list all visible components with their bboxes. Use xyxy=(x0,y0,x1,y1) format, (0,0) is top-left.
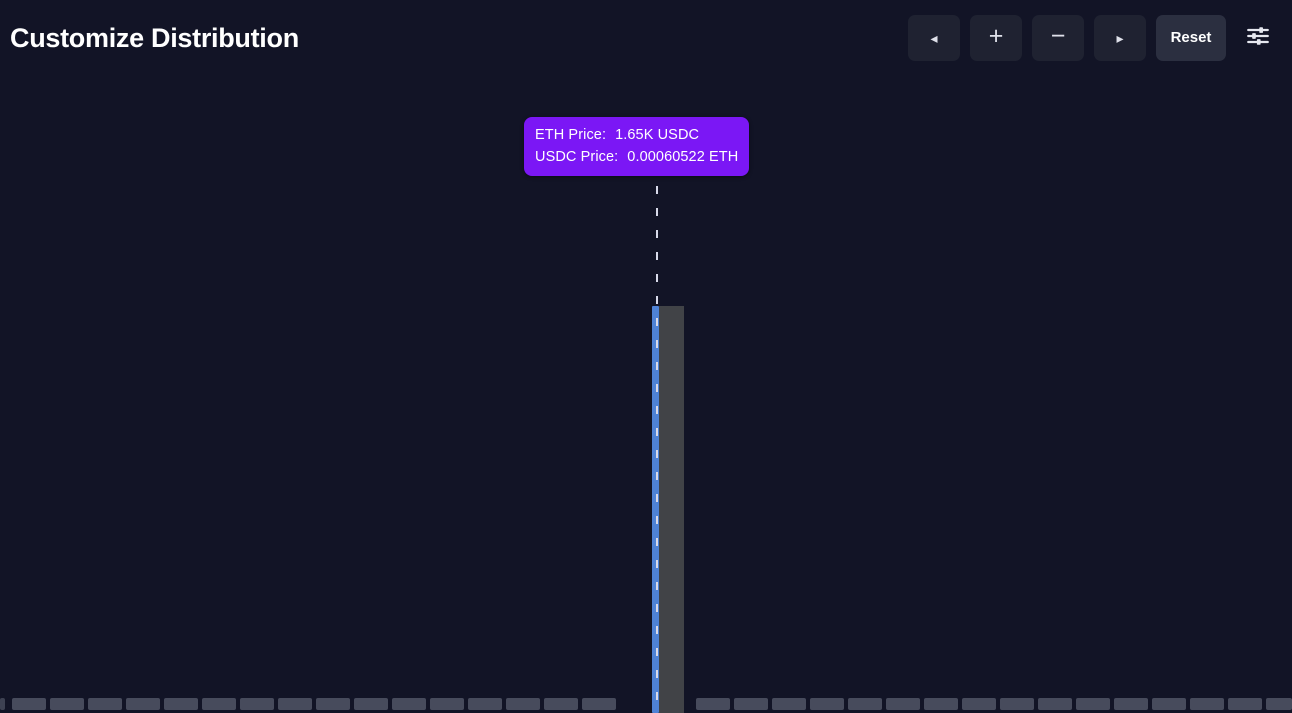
app-header: Customize Distribution ◂ + − ▸ Reset xyxy=(0,0,1292,75)
pan-left-button[interactable]: ◂ xyxy=(908,14,960,61)
brush-segment[interactable] xyxy=(772,698,806,710)
brush-segment[interactable] xyxy=(848,698,882,710)
brush-segment[interactable] xyxy=(1152,698,1186,710)
brush-segment[interactable] xyxy=(1076,698,1110,710)
brush-segment[interactable] xyxy=(1114,698,1148,710)
brush-segment[interactable] xyxy=(278,698,312,710)
sliders-icon xyxy=(1245,23,1271,52)
range-brush-strip[interactable] xyxy=(0,695,1292,713)
brush-segment[interactable] xyxy=(544,698,578,710)
settings-button[interactable] xyxy=(1238,15,1278,61)
brush-segment[interactable] xyxy=(962,698,996,710)
brush-segment[interactable] xyxy=(164,698,198,710)
brush-segment[interactable] xyxy=(734,698,768,710)
brush-segment[interactable] xyxy=(88,698,122,710)
reset-button[interactable]: Reset xyxy=(1156,14,1226,61)
zoom-in-button[interactable]: + xyxy=(970,14,1022,61)
brush-segment[interactable] xyxy=(1190,698,1224,710)
brush-segment[interactable] xyxy=(430,698,464,710)
usdc-price-value: 0.00060522 ETH xyxy=(627,149,739,165)
brush-segment[interactable] xyxy=(696,698,730,710)
brush-segment[interactable] xyxy=(316,698,350,710)
page-title: Customize Distribution xyxy=(10,23,299,53)
brush-segment[interactable] xyxy=(392,698,426,710)
caret-left-icon: ◂ xyxy=(930,29,938,46)
brush-segment[interactable] xyxy=(1038,698,1072,710)
brush-segment[interactable] xyxy=(810,698,844,710)
brush-segment[interactable] xyxy=(1000,698,1034,710)
plus-icon: + xyxy=(988,22,1004,50)
brush-segment[interactable] xyxy=(582,698,616,710)
price-row-eth: ETH Price: 1.65K USDC xyxy=(535,124,738,146)
brush-segment[interactable] xyxy=(886,698,920,710)
brush-segment[interactable] xyxy=(0,698,5,710)
brush-segment[interactable] xyxy=(50,698,84,710)
caret-right-icon: ▸ xyxy=(1116,29,1124,46)
pan-right-button[interactable]: ▸ xyxy=(1094,14,1146,61)
eth-price-label: ETH Price: xyxy=(535,127,607,143)
price-row-usdc: USDC Price: 0.00060522 ETH xyxy=(535,146,738,168)
liquidity-bar-inactive[interactable] xyxy=(659,306,684,713)
brush-segment[interactable] xyxy=(126,698,160,710)
usdc-price-label: USDC Price: xyxy=(535,149,619,165)
eth-price-value: 1.65K USDC xyxy=(615,127,700,143)
price-tooltip: ETH Price: 1.65K USDC USDC Price: 0.0006… xyxy=(524,117,750,176)
customize-distribution-app: Customize Distribution ◂ + − ▸ Reset ETH… xyxy=(0,0,1292,713)
current-price-indicator-line xyxy=(656,186,658,713)
brush-segment[interactable] xyxy=(1228,698,1262,710)
distribution-chart[interactable]: ETH Price: 1.65K USDC USDC Price: 0.0006… xyxy=(0,75,1292,713)
brush-segment[interactable] xyxy=(1266,698,1292,710)
brush-segment[interactable] xyxy=(354,698,388,710)
minus-icon: − xyxy=(1050,22,1066,50)
brush-segment[interactable] xyxy=(12,698,46,710)
brush-segment[interactable] xyxy=(202,698,236,710)
brush-segment[interactable] xyxy=(468,698,502,710)
brush-segment[interactable] xyxy=(924,698,958,710)
zoom-out-button[interactable]: − xyxy=(1032,14,1084,61)
chart-toolbar: ◂ + − ▸ Reset xyxy=(908,14,1278,61)
brush-segment[interactable] xyxy=(240,698,274,710)
brush-segment[interactable] xyxy=(506,698,540,710)
